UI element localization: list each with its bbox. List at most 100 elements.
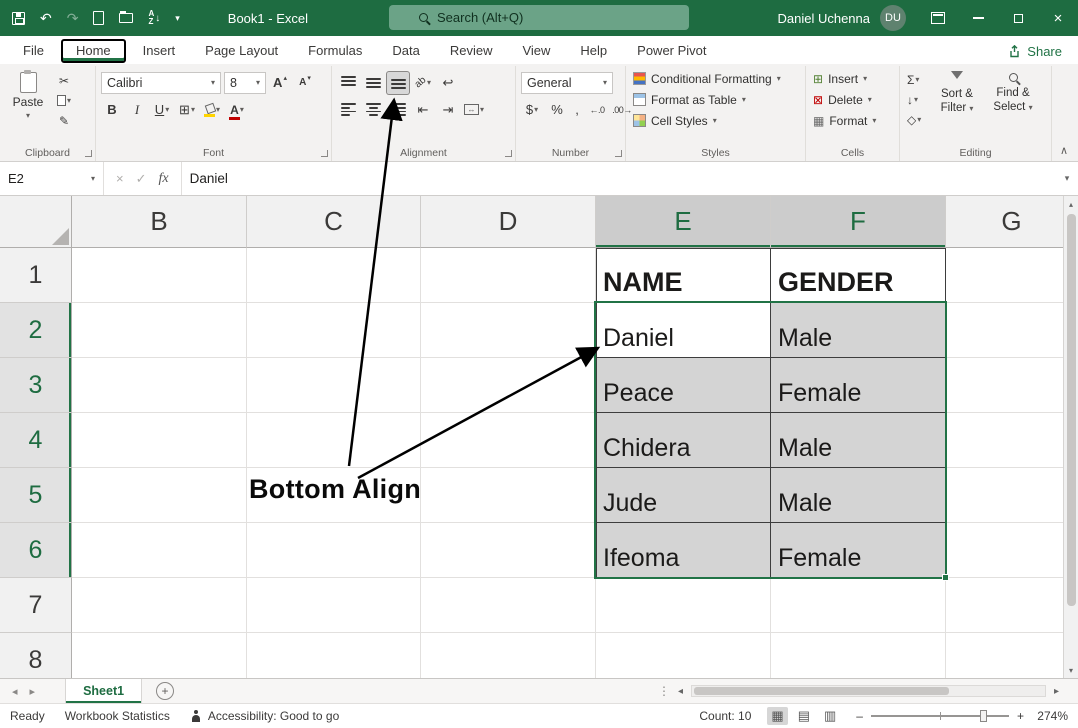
cell-E5[interactable]: Jude bbox=[596, 468, 771, 523]
increase-decimal-button[interactable]: ←.0 bbox=[586, 99, 608, 121]
cell-D5[interactable] bbox=[421, 468, 596, 523]
align-center-button[interactable] bbox=[362, 99, 384, 121]
orientation-button[interactable]: ab▾ bbox=[412, 72, 434, 94]
zoom-out-button[interactable]: – bbox=[856, 709, 863, 723]
row-header-8[interactable]: 8 bbox=[0, 633, 72, 678]
tab-review[interactable]: Review bbox=[435, 39, 508, 64]
restore-button[interactable] bbox=[998, 0, 1038, 36]
scroll-right-button[interactable]: ▸ bbox=[1051, 686, 1062, 697]
font-color-button[interactable]: A▾ bbox=[226, 99, 248, 121]
fill-button[interactable]: ↓▾ bbox=[905, 90, 927, 109]
cell-E8[interactable] bbox=[596, 633, 771, 678]
cell-C7[interactable] bbox=[247, 578, 421, 633]
find-select-button[interactable]: Find & Select ▾ bbox=[987, 68, 1039, 129]
middle-align-button[interactable] bbox=[362, 72, 384, 94]
cell-C8[interactable] bbox=[247, 633, 421, 678]
bottom-align-button[interactable] bbox=[387, 72, 409, 94]
increase-indent-button[interactable]: ⇥ bbox=[437, 99, 459, 121]
column-header-B[interactable]: B bbox=[72, 196, 247, 248]
cell-F8[interactable] bbox=[771, 633, 946, 678]
cell-C2[interactable] bbox=[247, 303, 421, 358]
merge-center-button[interactable]: ↔▾ bbox=[462, 99, 486, 121]
select-all-corner[interactable] bbox=[0, 196, 72, 248]
column-header-F[interactable]: F bbox=[771, 196, 946, 248]
delete-cells-button[interactable]: ⊠ Delete ▾ bbox=[811, 89, 894, 110]
font-dialog-launcher[interactable] bbox=[321, 150, 328, 157]
cell-G5[interactable] bbox=[946, 468, 1078, 523]
cell-F6[interactable]: Female bbox=[771, 523, 946, 578]
cell-F5[interactable]: Male bbox=[771, 468, 946, 523]
format-cells-button[interactable]: ▦ Format ▾ bbox=[811, 110, 894, 131]
column-header-E[interactable]: E bbox=[596, 196, 771, 248]
undo-button[interactable]: ↶ bbox=[40, 10, 52, 27]
cell-F4[interactable]: Male bbox=[771, 413, 946, 468]
insert-function-button[interactable]: fx bbox=[159, 171, 169, 187]
cancel-entry-button[interactable]: × bbox=[116, 171, 124, 186]
row-header-5[interactable]: 5 bbox=[0, 468, 72, 523]
cell-E4[interactable]: Chidera bbox=[596, 413, 771, 468]
collapse-ribbon-button[interactable]: ∧ bbox=[1060, 144, 1068, 157]
tab-help[interactable]: Help bbox=[565, 39, 622, 64]
tab-view[interactable]: View bbox=[507, 39, 565, 64]
fill-handle[interactable] bbox=[942, 574, 949, 581]
align-left-button[interactable] bbox=[337, 99, 359, 121]
row-header-4[interactable]: 4 bbox=[0, 413, 72, 468]
cell-B4[interactable] bbox=[72, 413, 247, 468]
zoom-in-button[interactable]: + bbox=[1017, 709, 1024, 723]
accessibility-status[interactable]: Accessibility: Good to go bbox=[190, 709, 339, 723]
insert-cells-button[interactable]: ⊞ Insert ▾ bbox=[811, 68, 894, 89]
copy-button[interactable]: ▾ bbox=[53, 91, 75, 110]
normal-view-button[interactable]: ▦ bbox=[767, 707, 787, 725]
cell-F7[interactable] bbox=[771, 578, 946, 633]
tab-formulas[interactable]: Formulas bbox=[293, 39, 377, 64]
cell-D7[interactable] bbox=[421, 578, 596, 633]
increase-font-size-button[interactable]: A▴ bbox=[269, 72, 291, 94]
decrease-indent-button[interactable]: ⇤ bbox=[412, 99, 434, 121]
page-layout-view-button[interactable]: ▤ bbox=[794, 707, 814, 725]
tab-data[interactable]: Data bbox=[377, 39, 434, 64]
cell-C1[interactable] bbox=[247, 248, 421, 303]
cell-E3[interactable]: Peace bbox=[596, 358, 771, 413]
top-align-button[interactable] bbox=[337, 72, 359, 94]
conditional-formatting-button[interactable]: Conditional Formatting ▾ bbox=[631, 68, 800, 89]
scroll-down-button[interactable]: ▾ bbox=[1064, 662, 1078, 678]
cell-G1[interactable] bbox=[946, 248, 1078, 303]
open-button[interactable] bbox=[119, 13, 133, 23]
minimize-button[interactable] bbox=[958, 0, 998, 36]
customize-quick-access-button[interactable]: ▾ bbox=[175, 13, 180, 24]
vertical-scrollbar[interactable]: ▴ ▾ bbox=[1063, 196, 1078, 678]
cell-B2[interactable] bbox=[72, 303, 247, 358]
cell-B1[interactable] bbox=[72, 248, 247, 303]
cell-E7[interactable] bbox=[596, 578, 771, 633]
underline-button[interactable]: U▾ bbox=[151, 99, 173, 121]
cell-G3[interactable] bbox=[946, 358, 1078, 413]
decrease-font-size-button[interactable]: A▾ bbox=[294, 72, 316, 94]
autosum-button[interactable]: Σ▾ bbox=[905, 70, 927, 89]
alignment-dialog-launcher[interactable] bbox=[505, 150, 512, 157]
close-button[interactable]: × bbox=[1038, 0, 1078, 36]
tab-file[interactable]: File bbox=[8, 39, 59, 64]
paste-button[interactable]: Paste ▾ bbox=[5, 68, 51, 130]
cell-D4[interactable] bbox=[421, 413, 596, 468]
scroll-up-button[interactable]: ▴ bbox=[1064, 196, 1078, 212]
previous-sheet-button[interactable]: ◂ bbox=[12, 685, 18, 698]
font-size-select[interactable]: 8 ▾ bbox=[224, 72, 266, 94]
new-sheet-button[interactable]: + bbox=[156, 682, 174, 700]
page-break-view-button[interactable]: ▥ bbox=[820, 707, 840, 725]
number-dialog-launcher[interactable] bbox=[615, 150, 622, 157]
cell-F3[interactable]: Female bbox=[771, 358, 946, 413]
cell-G8[interactable] bbox=[946, 633, 1078, 678]
cell-G7[interactable] bbox=[946, 578, 1078, 633]
zoom-slider[interactable] bbox=[871, 715, 1009, 717]
horizontal-scrollbar[interactable] bbox=[691, 685, 1046, 697]
vertical-scrollbar-thumb[interactable] bbox=[1067, 214, 1076, 606]
currency-button[interactable]: $▾ bbox=[521, 99, 543, 121]
cell-E2[interactable]: Daniel bbox=[596, 303, 771, 358]
clear-button[interactable]: ◇▾ bbox=[905, 110, 927, 129]
percent-button[interactable]: % bbox=[546, 99, 568, 121]
enter-entry-button[interactable]: ✓ bbox=[136, 171, 147, 187]
share-button[interactable]: Share bbox=[1008, 44, 1062, 64]
user-name[interactable]: Daniel Uchenna bbox=[777, 11, 870, 26]
save-button[interactable] bbox=[12, 12, 25, 25]
cell-C3[interactable] bbox=[247, 358, 421, 413]
